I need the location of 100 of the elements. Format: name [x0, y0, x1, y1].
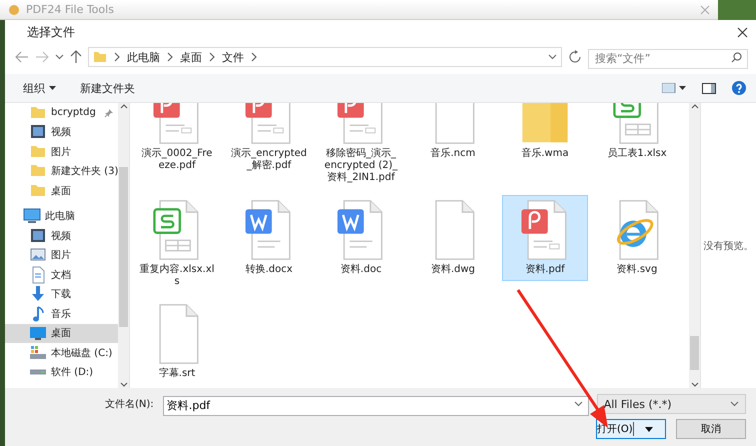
scroll-up-icon[interactable] — [120, 103, 128, 111]
file-name: 资料.dwg — [430, 264, 476, 276]
monitor-icon — [29, 324, 47, 342]
cancel-button[interactable]: 取消 — [676, 419, 746, 439]
sidebar-label: 视频 — [51, 230, 71, 243]
chevron-icon — [208, 52, 216, 62]
scroll-down-icon[interactable] — [690, 380, 698, 388]
app-title: PDF24 File Tools — [26, 3, 114, 16]
file-item[interactable]: 音乐.wma — [502, 103, 588, 165]
scrollbar-thumb[interactable] — [690, 336, 699, 370]
sidebar-label: 视频 — [51, 126, 71, 140]
file-item[interactable]: 移除密码_演示_encrypted (2)_资料_2IN1.pdf — [318, 103, 404, 189]
drive-icon — [29, 344, 47, 362]
sidebar-item[interactable]: 音乐 — [5, 304, 118, 324]
sidebar-item[interactable]: 下载 — [5, 284, 118, 304]
file-name: 资料.svg — [616, 264, 658, 276]
file-item[interactable]: 演示_0002_Freeze.pdf — [134, 103, 220, 177]
file-item[interactable]: 重复内容.xlsx.xls — [134, 195, 220, 293]
chevron-icon — [166, 52, 174, 62]
file-name: 演示_encrypted_解密.pdf — [231, 148, 307, 172]
close-icon[interactable] — [737, 27, 748, 38]
chevron-icon — [250, 52, 258, 62]
file-item[interactable]: 音乐.ncm — [410, 103, 496, 165]
film-icon — [29, 226, 47, 245]
address-bar[interactable]: 此电脑 桌面 文件 — [88, 47, 562, 67]
file-item[interactable]: 演示_encrypted_解密.pdf — [226, 103, 312, 177]
file-item[interactable]: 转换.docx — [226, 195, 312, 281]
scrollbar-thumb[interactable] — [119, 167, 128, 327]
sidebar-label: 软件 (D:) — [51, 366, 94, 380]
sidebar-label: bcryptdg — [51, 107, 96, 118]
sidebar-label: 图片 — [51, 248, 71, 262]
computer-icon — [23, 207, 41, 226]
dialog-title: 选择文件 — [27, 24, 75, 41]
preview-pane-icon[interactable] — [702, 82, 716, 94]
file-item[interactable]: 字幕.srt — [134, 299, 220, 385]
view-options-icon[interactable] — [662, 83, 686, 93]
file-item[interactable]: 资料.dwg — [410, 195, 496, 281]
folder-icon — [93, 50, 107, 64]
open-button[interactable]: 打开(O) — [596, 419, 666, 439]
scroll-down-icon[interactable] — [120, 380, 128, 388]
breadcrumb-item[interactable]: 此电脑 — [127, 50, 160, 64]
file-item[interactable]: 资料.doc — [318, 195, 404, 281]
breadcrumb-item[interactable]: 文件 — [222, 50, 244, 64]
sidebar-item[interactable]: 视频 — [5, 226, 118, 246]
app-logo-icon — [8, 4, 20, 16]
sidebar-item[interactable]: 文档 — [5, 265, 118, 284]
scrollbar[interactable] — [689, 103, 700, 388]
refresh-icon[interactable] — [568, 50, 582, 64]
file-name: 资料.doc — [339, 264, 383, 276]
sidebar-label: 下载 — [51, 288, 71, 302]
file-name: 移除密码_演示_encrypted (2)_资料_2IN1.pdf — [323, 148, 399, 184]
scrollbar[interactable] — [118, 103, 129, 388]
file-name: 音乐.wma — [520, 148, 570, 160]
file-item[interactable]: 资料.pdf — [502, 195, 588, 281]
music-note-icon — [32, 306, 44, 322]
file-name: 转换.docx — [244, 264, 294, 276]
photo-placeholder — [718, 0, 756, 20]
sidebar-label: 桌面 — [51, 326, 71, 340]
back-arrow-icon[interactable] — [15, 51, 29, 63]
breadcrumb-item[interactable]: 桌面 — [180, 50, 202, 64]
file-item[interactable]: 资料.svg — [594, 195, 680, 281]
sidebar-item[interactable]: 视频 — [5, 122, 118, 142]
file-type-dropdown[interactable]: All Files (*.*) — [596, 394, 746, 414]
sidebar-item[interactable]: 本地磁盘 (C:) — [5, 343, 118, 362]
scroll-up-icon[interactable] — [690, 103, 698, 111]
sidebar-label: 音乐 — [51, 308, 71, 321]
sidebar-label: 文档 — [51, 268, 71, 282]
sidebar-label: 图片 — [51, 146, 71, 159]
sidebar-item[interactable]: 软件 (D:) — [5, 362, 118, 382]
organize-button[interactable]: 组织 — [19, 78, 60, 98]
sidebar-label: 新建文件夹 (3) — [51, 164, 118, 178]
file-name-field[interactable]: 资料.pdf — [162, 396, 589, 416]
history-dropdown-icon — [55, 54, 64, 60]
file-name: 演示_0002_Freeze.pdf — [140, 148, 214, 172]
chevron-icon — [113, 52, 121, 62]
file-name: 资料.pdf — [524, 264, 566, 276]
search-icon — [731, 52, 742, 63]
search-field[interactable]: 搜索“文件” — [588, 48, 748, 68]
sidebar-label: 本地磁盘 (C:) — [51, 346, 112, 360]
sidebar-label: 此电脑 — [45, 210, 75, 224]
sidebar-item[interactable]: 图片 — [5, 142, 118, 162]
file-item[interactable]: 员工表1.xlsx — [594, 103, 680, 165]
up-arrow-icon[interactable] — [70, 50, 82, 64]
new-folder-button[interactable]: 新建文件夹 — [76, 78, 139, 98]
sidebar-item[interactable]: 桌面 — [5, 181, 118, 200]
caret-icon — [645, 426, 654, 432]
preview-message: 没有预览。 — [704, 240, 754, 252]
down-arrow-icon — [29, 285, 47, 304]
file-name: 音乐.ncm — [430, 148, 476, 160]
sidebar-item[interactable]: 桌面 — [5, 324, 118, 343]
sidebar-item[interactable]: 图片 — [5, 246, 118, 265]
help-icon[interactable] — [732, 81, 746, 95]
sidebar-item[interactable]: bcryptdg — [5, 103, 118, 122]
sidebar-item[interactable]: 新建文件夹 (3) — [5, 162, 118, 181]
caret-icon — [49, 86, 56, 90]
sidebar-item[interactable]: 此电脑 — [5, 206, 118, 226]
sidebar-label: 桌面 — [51, 184, 71, 198]
file-name: 字幕.srt — [158, 368, 196, 380]
file-name: 员工表1.xlsx — [606, 148, 668, 160]
drive-icon — [30, 369, 46, 376]
